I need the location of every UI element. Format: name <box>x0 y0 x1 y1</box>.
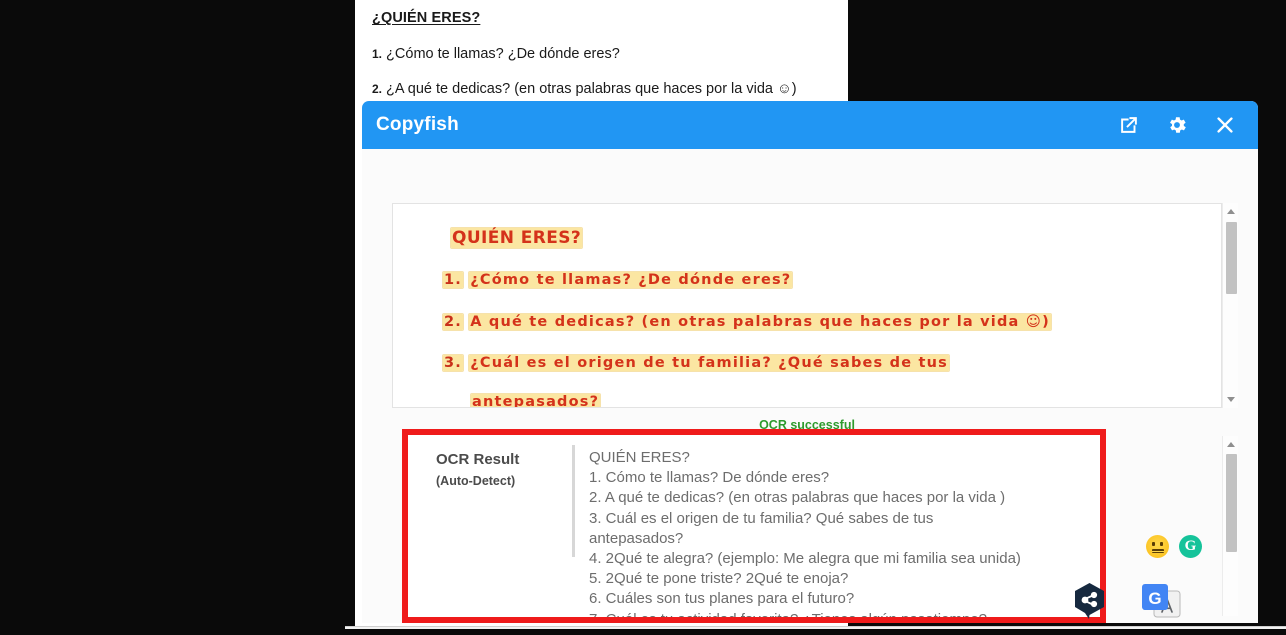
document-item-2-number: 2. <box>372 82 383 96</box>
capture-preview: QUIÉN ERES? 1. ¿Cómo te llamas? ¿De dónd… <box>392 203 1222 408</box>
google-translate-icon-glyph: G <box>1142 584 1181 618</box>
popup-header: Copyfish <box>362 101 1258 149</box>
close-icon[interactable] <box>1214 114 1236 136</box>
preview-scroll-thumb[interactable] <box>1226 222 1237 294</box>
preview-scroll-up-icon[interactable] <box>1223 204 1239 219</box>
document-item-1-number: 1. <box>372 47 383 61</box>
preview-line-3-number: 3. <box>443 355 463 371</box>
letterbox-left <box>0 0 355 635</box>
copyfish-popup: Copyfish QUIÉN ERES? 1. ¿Cómo te llamas?… <box>362 101 1258 623</box>
preview-scroll-down-icon[interactable] <box>1223 392 1239 407</box>
ocr-result-sublabel: (Auto-Detect) <box>436 474 516 488</box>
ocr-result-labels: OCR Result (Auto-Detect) <box>408 435 572 617</box>
preview-line-1-text: ¿Cómo te llamas? ¿De dónde eres? <box>469 272 793 288</box>
google-translate-icon[interactable]: G <box>1139 580 1182 622</box>
preview-line-3-text: ¿Cuál es el origen de tu familia? ¿Qué s… <box>469 355 949 371</box>
preview-line-3: 3. ¿Cuál es el origen de tu familia? ¿Qu… <box>443 355 949 371</box>
preview-line-4: antepasados? <box>471 394 601 408</box>
preview-line-1: 1. ¿Cómo te llamas? ¿De dónde eres? <box>443 272 793 288</box>
preview-line-1-number: 1. <box>443 272 463 288</box>
document-item-1-text: ¿Cómo te llamas? ¿De dónde eres? <box>386 46 620 62</box>
emoji-picker-icon[interactable] <box>1146 535 1169 558</box>
preview-scrollbar[interactable] <box>1222 203 1238 408</box>
preview-line-2: 2. A qué te dedicas? (en otras palabras … <box>443 314 1051 330</box>
document-item-1: 1. ¿Cómo te llamas? ¿De dónde eres? <box>372 46 620 62</box>
svg-text:G: G <box>1148 589 1161 608</box>
result-scrollbar[interactable] <box>1222 436 1238 616</box>
popup-body: QUIÉN ERES? 1. ¿Cómo te llamas? ¿De dónd… <box>362 149 1258 623</box>
document-item-2: 2. ¿A qué te dedicas? (en otras palabras… <box>372 81 797 97</box>
popup-title: Copyfish <box>376 114 459 135</box>
ocr-result-annotation-box: OCR Result (Auto-Detect) QUIÉN ERES? 1. … <box>402 429 1106 623</box>
document-item-2-text: ¿A qué te dedicas? (en otras palabras qu… <box>386 81 797 97</box>
grammarly-icon[interactable]: G <box>1179 535 1202 558</box>
preview-line-4-text: antepasados? <box>471 394 601 408</box>
share-icon[interactable] <box>1072 582 1107 620</box>
page-bottom-rule <box>345 626 1286 629</box>
capture-preview-image: QUIÉN ERES? 1. ¿Cómo te llamas? ¿De dónd… <box>393 204 1221 407</box>
result-scroll-thumb[interactable] <box>1226 454 1237 552</box>
emoji-face-glyph <box>1146 535 1169 558</box>
ocr-result-label: OCR Result <box>436 451 520 468</box>
screenshot-root: ¿QUIÉN ERES? 1. ¿Cómo te llamas? ¿De dón… <box>0 0 1286 635</box>
grammarly-letter: G <box>1184 538 1197 554</box>
external-link-icon[interactable] <box>1118 114 1140 136</box>
preview-heading-text: QUIÉN ERES? <box>451 228 583 248</box>
result-scroll-up-icon[interactable] <box>1223 437 1239 452</box>
preview-heading: QUIÉN ERES? <box>451 228 583 248</box>
preview-line-2-number: 2. <box>443 314 463 330</box>
share-icon-glyph <box>1075 583 1104 619</box>
ocr-result-panel: OCR Result (Auto-Detect) QUIÉN ERES? 1. … <box>408 435 1100 617</box>
popup-header-actions <box>1118 114 1236 136</box>
ocr-result-textarea[interactable]: QUIÉN ERES? 1. Cómo te llamas? De dónde … <box>575 435 1100 617</box>
preview-line-2-text: A qué te dedicas? (en otras palabras que… <box>469 314 1051 330</box>
gear-icon[interactable] <box>1166 114 1188 136</box>
document-title: ¿QUIÉN ERES? <box>372 10 481 26</box>
